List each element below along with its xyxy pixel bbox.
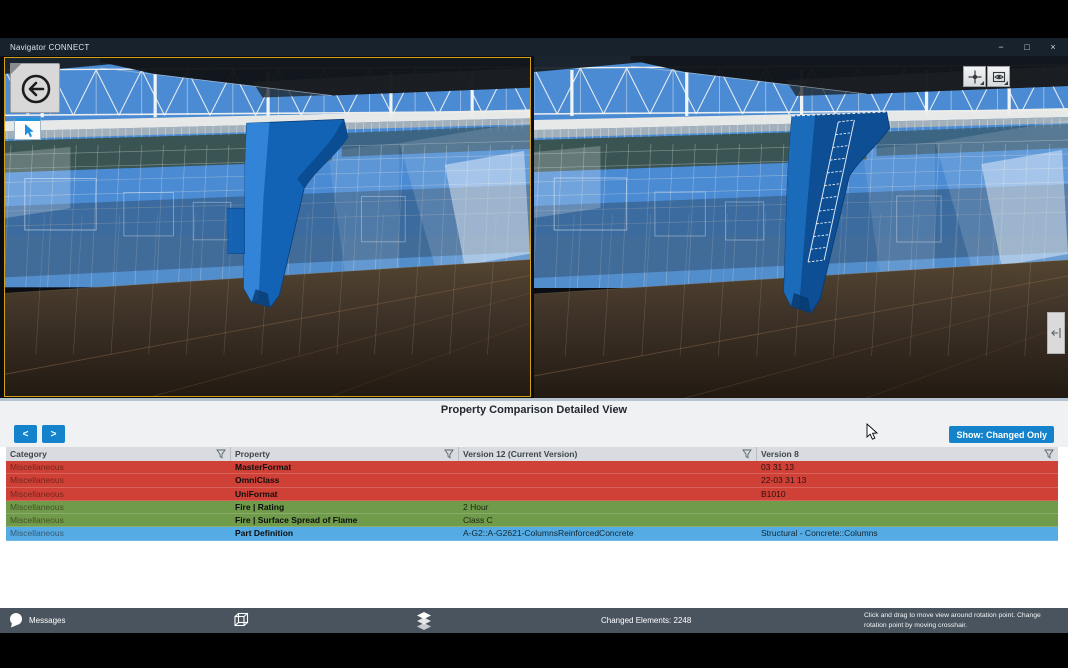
next-element-button[interactable]: > [42, 425, 65, 443]
table-row[interactable]: Miscellaneous UniFormat B1010 [6, 488, 1058, 501]
back-arrow-icon [18, 71, 54, 107]
filter-icon[interactable] [742, 449, 752, 459]
comparison-table: Category Property Version 12 (Current Ve… [6, 447, 1058, 541]
panel-title: Property Comparison Detailed View [0, 404, 1068, 416]
statusbar-hint-text: Click and drag to move view around rotat… [864, 611, 1064, 631]
table-row[interactable]: Miscellaneous OmniClass 22-03 31 13 [6, 474, 1058, 487]
header-version8[interactable]: Version 8 [757, 447, 1058, 461]
close-button[interactable]: × [1040, 38, 1066, 56]
table-row[interactable]: Miscellaneous Fire | Surface Spread of F… [6, 514, 1058, 527]
statusbar: Messages Changed Elements: 2248 Click an… [0, 608, 1068, 633]
filter-icon[interactable] [216, 449, 226, 459]
table-row[interactable]: Miscellaneous Part Definition A-G2::A-G2… [6, 527, 1058, 540]
table-header-row: Category Property Version 12 (Current Ve… [6, 447, 1058, 461]
layers-icon [416, 611, 432, 630]
cell-category: Miscellaneous [6, 501, 231, 513]
cell-version12: 2 Hour [459, 501, 757, 513]
cell-version8: 22-03 31 13 [757, 474, 1058, 486]
cell-version8 [757, 501, 1058, 513]
header-property[interactable]: Property [231, 447, 459, 461]
cell-property: Fire | Surface Spread of Flame [231, 514, 459, 526]
eye-box-icon [991, 69, 1007, 85]
message-bubble-icon [8, 612, 24, 628]
filter-icon[interactable] [1044, 449, 1054, 459]
titlebar: Navigator CONNECT − □ × [0, 38, 1068, 56]
3d-model-scene-right[interactable] [534, 56, 1068, 398]
filter-icon[interactable] [444, 449, 454, 459]
changed-elements-count: Changed Elements: 2248 [601, 616, 691, 625]
cursor-arrow-icon [20, 122, 36, 139]
viewport-right-version8[interactable] [534, 56, 1068, 398]
layers-button[interactable] [416, 611, 432, 630]
view-rotation-button[interactable] [987, 66, 1010, 87]
table-row[interactable]: Miscellaneous MasterFormat 03 31 13 [6, 461, 1058, 474]
property-comparison-panel: Property Comparison Detailed View < > Sh… [0, 401, 1068, 608]
minimize-button[interactable]: − [988, 38, 1014, 56]
cell-property: UniFormat [231, 488, 459, 500]
cell-version8: Structural - Concrete::Columns [757, 527, 1058, 539]
app-window: Navigator CONNECT − □ × [0, 38, 1068, 633]
cell-version12: Class C [459, 514, 757, 526]
cell-category: Miscellaneous [6, 514, 231, 526]
viewport-left-version12[interactable] [4, 57, 531, 397]
panel-flyout-tab[interactable] [1047, 312, 1065, 354]
cell-category: Miscellaneous [6, 474, 231, 486]
header-version12[interactable]: Version 12 (Current Version) [459, 447, 757, 461]
window-title: Navigator CONNECT [10, 43, 89, 52]
view-cube-button[interactable] [233, 612, 250, 628]
previous-element-button[interactable]: < [14, 425, 37, 443]
select-tool-button[interactable] [14, 118, 41, 140]
3d-model-scene-left[interactable] [5, 58, 530, 396]
viewport-toolbar [963, 66, 1010, 87]
back-button[interactable] [10, 63, 60, 113]
mouse-cursor [866, 423, 879, 441]
messages-button[interactable]: Messages [8, 612, 65, 628]
cell-version12 [459, 461, 757, 473]
header-category[interactable]: Category [6, 447, 231, 461]
cell-property: Fire | Rating [231, 501, 459, 513]
cell-version8 [757, 514, 1058, 526]
cell-version12 [459, 474, 757, 486]
viewport-area [0, 56, 1068, 398]
wireframe-cube-icon [233, 612, 250, 628]
window-controls: − □ × [988, 38, 1066, 56]
cell-version8: B1010 [757, 488, 1058, 500]
cell-property: MasterFormat [231, 461, 459, 473]
cell-version12: A-G2::A-G2621-ColumnsReinforcedConcrete [459, 527, 757, 539]
cell-property: OmniClass [231, 474, 459, 486]
table-row[interactable]: Miscellaneous Fire | Rating 2 Hour [6, 501, 1058, 514]
cell-version8: 03 31 13 [757, 461, 1058, 473]
crosshair-icon [967, 69, 983, 85]
element-navigation: < > [14, 425, 65, 443]
cell-category: Miscellaneous [6, 527, 231, 539]
maximize-button[interactable]: □ [1014, 38, 1040, 56]
collapse-panel-icon [1050, 326, 1062, 340]
rotation-point-button[interactable] [963, 66, 986, 87]
cell-category: Miscellaneous [6, 488, 231, 500]
cell-version12 [459, 488, 757, 500]
cell-category: Miscellaneous [6, 461, 231, 473]
messages-label: Messages [29, 616, 65, 625]
show-changed-only-button[interactable]: Show: Changed Only [949, 426, 1054, 443]
cell-property: Part Definition [231, 527, 459, 539]
